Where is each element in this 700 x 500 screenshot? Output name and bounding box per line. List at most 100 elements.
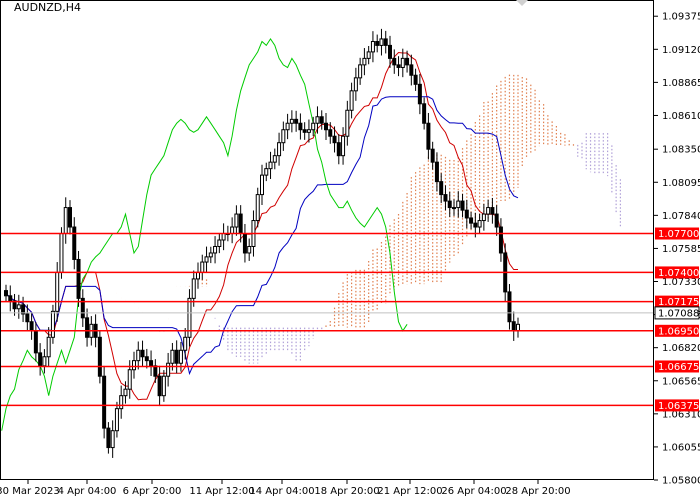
x-tick-label: 21 Apr 12:00: [377, 486, 442, 497]
candle-bull: [516, 323, 520, 332]
candle-bear: [174, 349, 179, 364]
y-tick-label: 1.07585: [662, 244, 700, 255]
candle-bear: [405, 57, 410, 66]
candle-bear: [298, 122, 303, 131]
y-tick-label: 1.06055: [662, 442, 700, 453]
candle-bear: [464, 209, 469, 219]
candle-bull: [264, 168, 269, 176]
candle-bull: [315, 116, 320, 124]
x-tick-label: 4 Apr 04:00: [58, 486, 117, 497]
y-tick-label: 1.09375: [662, 12, 700, 23]
candle-bear: [383, 38, 388, 46]
y-tick-label: 1.08865: [662, 78, 700, 89]
candle-bear: [8, 295, 13, 302]
candle-bear: [85, 317, 90, 338]
candle-bull: [183, 336, 188, 351]
candle-bear: [238, 213, 243, 235]
x-tick-label: 30 Mar 2023: [0, 486, 60, 497]
candle-bear: [490, 207, 495, 215]
candle-bull: [456, 200, 461, 209]
candle-bull: [221, 233, 226, 241]
y-tick-label: 1.06565: [662, 376, 700, 387]
candle-bull: [272, 155, 277, 163]
candle-bull: [208, 252, 213, 258]
candle-bear: [392, 57, 397, 66]
level-label: 1.07400: [658, 268, 699, 279]
candle-bull: [281, 129, 286, 144]
candle-bear: [498, 226, 503, 254]
candle-bear: [149, 360, 154, 367]
candle-bull: [170, 349, 175, 364]
level-label: 1.06375: [658, 401, 699, 412]
candle-bear: [144, 356, 149, 362]
candle-bull: [247, 245, 252, 254]
candle-bull: [196, 271, 200, 280]
candle-bull: [191, 278, 196, 299]
candle-bull: [200, 261, 205, 273]
candle-bull: [213, 245, 218, 254]
candle-bear: [469, 217, 474, 224]
candle-bull: [306, 129, 311, 133]
candle-bear: [68, 207, 72, 228]
candle-bear: [336, 142, 341, 157]
y-tick-label: 1.09120: [662, 45, 700, 56]
candle-bear: [430, 148, 435, 163]
candle-bear: [294, 118, 299, 124]
candle-bull: [349, 90, 354, 111]
x-tick-label: 28 Apr 20:00: [505, 486, 570, 497]
candle-bear: [242, 233, 247, 254]
y-tick-label: 1.06820: [662, 343, 700, 354]
candle-bear: [302, 129, 307, 133]
candle-bull: [268, 161, 273, 170]
candle-bear: [102, 375, 107, 429]
candle-bull: [400, 57, 405, 68]
candle-bull: [341, 135, 346, 157]
x-tick-label: 26 Apr 04:00: [441, 486, 506, 497]
candle-bull: [55, 271, 60, 312]
candle-bear: [396, 64, 401, 68]
candle-bear: [375, 41, 380, 46]
candle-bear: [319, 116, 324, 124]
x-tick-label: 6 Apr 20:00: [123, 486, 182, 497]
candle-bear: [434, 161, 439, 183]
candle-bull: [379, 38, 384, 46]
candle-bull: [127, 369, 132, 390]
candle-bull: [123, 388, 128, 397]
candle-bear: [97, 336, 102, 377]
candle-bear: [153, 365, 158, 377]
candle-bull: [161, 375, 166, 397]
candle-bull: [63, 207, 68, 235]
candle-bull: [285, 122, 290, 131]
candle-bear: [76, 258, 81, 299]
x-tick-label: 14 Apr 04:00: [249, 486, 314, 497]
candle-bull: [358, 64, 363, 79]
candle-bear: [4, 290, 8, 297]
candle-bull: [234, 213, 239, 228]
candle-bull: [366, 51, 371, 59]
candle-bear: [443, 194, 448, 202]
candle-bull: [277, 142, 282, 157]
level-label: 1.06675: [658, 362, 699, 373]
candle-bull: [114, 408, 119, 432]
candle-bull: [260, 174, 264, 196]
candle-bear: [328, 129, 333, 137]
candle-bear: [417, 83, 422, 105]
candle-bull: [136, 349, 141, 362]
candle-bear: [140, 349, 145, 358]
candle-bear: [25, 313, 30, 323]
y-tick-label: 1.08610: [662, 111, 700, 122]
candle-bear: [409, 64, 414, 76]
level-label: 1.07700: [658, 229, 699, 240]
candle-bear: [33, 330, 38, 354]
candle-bear: [460, 200, 465, 211]
candle-bull: [481, 213, 486, 222]
candle-bear: [439, 181, 444, 196]
candle-bull: [132, 360, 136, 371]
price-chart[interactable]: 1.09375 1.09120 1.08865 1.08610 1.08350 1.080…: [0, 0, 700, 500]
candle-bull: [486, 207, 491, 215]
candle-bull: [204, 256, 209, 263]
current-price-label: 1.07088: [658, 308, 699, 319]
candle-bull: [230, 226, 235, 235]
candle-bear: [413, 74, 418, 85]
candle-bull: [59, 233, 64, 273]
